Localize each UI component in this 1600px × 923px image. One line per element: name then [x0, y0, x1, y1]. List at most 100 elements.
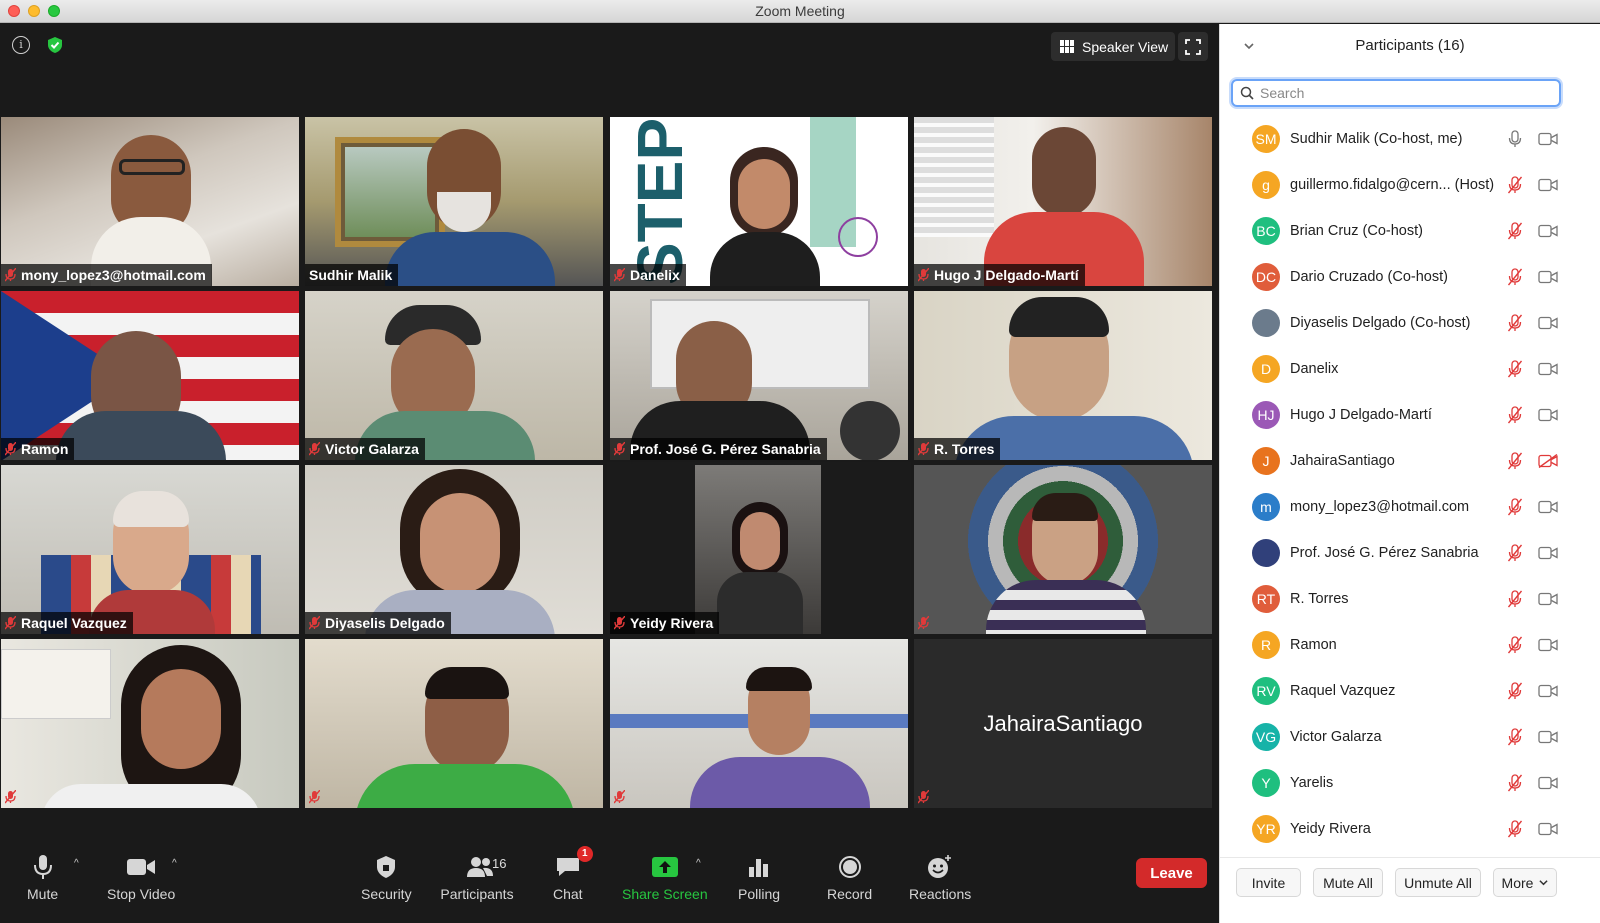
- video-camera-icon[interactable]: [1538, 822, 1558, 836]
- participants-button[interactable]: 16 Participants: [440, 852, 514, 902]
- video-off-icon[interactable]: [1538, 454, 1558, 468]
- participant-row[interactable]: D Danelix: [1220, 346, 1600, 392]
- video-tile[interactable]: R. Torres: [914, 291, 1212, 460]
- audio-options-caret-icon[interactable]: ^: [74, 858, 84, 869]
- video-feed: [1, 291, 299, 460]
- participant-row[interactable]: Y Yarelis: [1220, 760, 1600, 806]
- participant-row[interactable]: J JahairaSantiago: [1220, 438, 1600, 484]
- fullscreen-button[interactable]: [1178, 32, 1208, 61]
- participant-row[interactable]: HJ Hugo J Delgado-Martí: [1220, 392, 1600, 438]
- video-camera-icon[interactable]: [1538, 500, 1558, 514]
- video-camera-icon[interactable]: [1538, 178, 1558, 192]
- participant-row[interactable]: g guillermo.fidalgo@cern... (Host): [1220, 162, 1600, 208]
- video-tile[interactable]: [914, 465, 1212, 634]
- leave-meeting-button[interactable]: Leave: [1136, 858, 1207, 888]
- share-options-caret-icon[interactable]: ^: [696, 858, 706, 869]
- muted-mic-icon[interactable]: [1508, 774, 1522, 792]
- video-camera-icon[interactable]: [1538, 592, 1558, 606]
- avatar: BC: [1252, 217, 1280, 245]
- video-camera-icon[interactable]: [1538, 132, 1558, 146]
- muted-mic-icon[interactable]: [1508, 176, 1522, 194]
- video-camera-icon[interactable]: [1538, 730, 1558, 744]
- avatar: [1252, 539, 1280, 567]
- muted-mic-icon[interactable]: [1508, 544, 1522, 562]
- video-camera-icon[interactable]: [1538, 776, 1558, 790]
- video-camera-icon[interactable]: [1538, 546, 1558, 560]
- participant-name-placeholder: JahairaSantiago: [983, 710, 1143, 736]
- video-tile[interactable]: Prof. José G. Pérez Sanabria: [610, 291, 908, 460]
- muted-mic-icon[interactable]: [1508, 222, 1522, 240]
- muted-mic-icon[interactable]: [1508, 498, 1522, 516]
- muted-mic-icon[interactable]: [1508, 820, 1522, 838]
- participant-name-tag: [305, 786, 324, 808]
- reactions-button[interactable]: Reactions: [909, 852, 971, 902]
- participant-row[interactable]: R Ramon: [1220, 622, 1600, 668]
- muted-mic-icon[interactable]: [1508, 682, 1522, 700]
- video-camera-icon[interactable]: [1538, 316, 1558, 330]
- muted-mic-icon[interactable]: [1508, 314, 1522, 332]
- video-tile[interactable]: Raquel Vazquez: [1, 465, 299, 634]
- participant-search-box[interactable]: [1231, 79, 1561, 107]
- video-tile[interactable]: [305, 639, 603, 808]
- muted-mic-icon[interactable]: [1508, 268, 1522, 286]
- record-button[interactable]: Record: [827, 852, 872, 902]
- participant-name: Dario Cruzado (Co-host): [1290, 269, 1448, 285]
- participant-name: Ramon: [21, 441, 69, 457]
- microphone-icon[interactable]: [1508, 130, 1522, 148]
- video-tile[interactable]: [610, 639, 908, 808]
- video-tile[interactable]: Sudhir Malik: [305, 117, 603, 286]
- video-camera-icon[interactable]: [1538, 362, 1558, 376]
- participant-row[interactable]: m mony_lopez3@hotmail.com: [1220, 484, 1600, 530]
- participant-row[interactable]: RV Raquel Vazquez: [1220, 668, 1600, 714]
- mute-all-button[interactable]: Mute All: [1313, 868, 1383, 897]
- invite-button[interactable]: Invite: [1236, 868, 1301, 897]
- video-tile[interactable]: JahairaSantiago: [914, 639, 1212, 808]
- muted-mic-icon[interactable]: [1508, 360, 1522, 378]
- video-tile[interactable]: STEP Danelix: [610, 117, 908, 286]
- video-tile[interactable]: Victor Galarza: [305, 291, 603, 460]
- muted-mic-icon: [309, 442, 320, 456]
- security-button[interactable]: Security: [361, 852, 412, 902]
- more-options-button[interactable]: More: [1493, 868, 1557, 897]
- reactions-label: Reactions: [909, 886, 972, 902]
- meeting-info-icon[interactable]: i: [12, 36, 30, 54]
- participant-row[interactable]: RT R. Torres: [1220, 576, 1600, 622]
- participant-search-input[interactable]: [1260, 85, 1550, 101]
- muted-mic-icon[interactable]: [1508, 636, 1522, 654]
- video-camera-icon[interactable]: [1538, 684, 1558, 698]
- participant-row[interactable]: DC Dario Cruzado (Co-host): [1220, 254, 1600, 300]
- video-camera-icon[interactable]: [1538, 224, 1558, 238]
- video-tile[interactable]: Diyaselis Delgado: [305, 465, 603, 634]
- participant-row[interactable]: Prof. José G. Pérez Sanabria: [1220, 530, 1600, 576]
- stop-video-button[interactable]: Stop Video: [107, 852, 175, 902]
- video-tile[interactable]: [1, 639, 299, 808]
- muted-mic-icon[interactable]: [1508, 406, 1522, 424]
- video-camera-icon[interactable]: [1538, 408, 1558, 422]
- video-tile-active-speaker[interactable]: Yeidy Rivera: [607, 462, 911, 637]
- video-tile[interactable]: Ramon: [1, 291, 299, 460]
- video-camera-icon[interactable]: [1538, 638, 1558, 652]
- participant-row[interactable]: Diyaselis Delgado (Co-host): [1220, 300, 1600, 346]
- polling-button[interactable]: Polling: [738, 852, 780, 902]
- participant-row[interactable]: YR Yeidy Rivera: [1220, 806, 1600, 852]
- encryption-shield-icon[interactable]: [46, 36, 64, 54]
- participant-name: Yarelis: [1290, 775, 1334, 791]
- muted-mic-icon: [5, 616, 16, 630]
- mute-button[interactable]: Mute: [27, 852, 58, 902]
- muted-mic-icon[interactable]: [1508, 590, 1522, 608]
- video-tile[interactable]: mony_lopez3@hotmail.com: [1, 117, 299, 286]
- chat-button[interactable]: 1 Chat: [553, 846, 593, 902]
- speaker-view-button[interactable]: Speaker View: [1051, 32, 1175, 61]
- share-screen-button[interactable]: Share Screen: [622, 852, 708, 902]
- video-camera-icon[interactable]: [1538, 270, 1558, 284]
- video-tile[interactable]: Hugo J Delgado-Martí: [914, 117, 1212, 286]
- video-options-caret-icon[interactable]: ^: [172, 858, 182, 869]
- participant-name-tag: Diyaselis Delgado: [305, 612, 451, 634]
- participant-row[interactable]: VG Victor Galarza: [1220, 714, 1600, 760]
- participant-row[interactable]: BC Brian Cruz (Co-host): [1220, 208, 1600, 254]
- muted-mic-icon[interactable]: [1508, 728, 1522, 746]
- muted-mic-icon[interactable]: [1508, 452, 1522, 470]
- participant-name-tag: R. Torres: [914, 438, 1001, 460]
- participant-row[interactable]: SM Sudhir Malik (Co-host, me): [1220, 116, 1600, 162]
- unmute-all-button[interactable]: Unmute All: [1395, 868, 1481, 897]
